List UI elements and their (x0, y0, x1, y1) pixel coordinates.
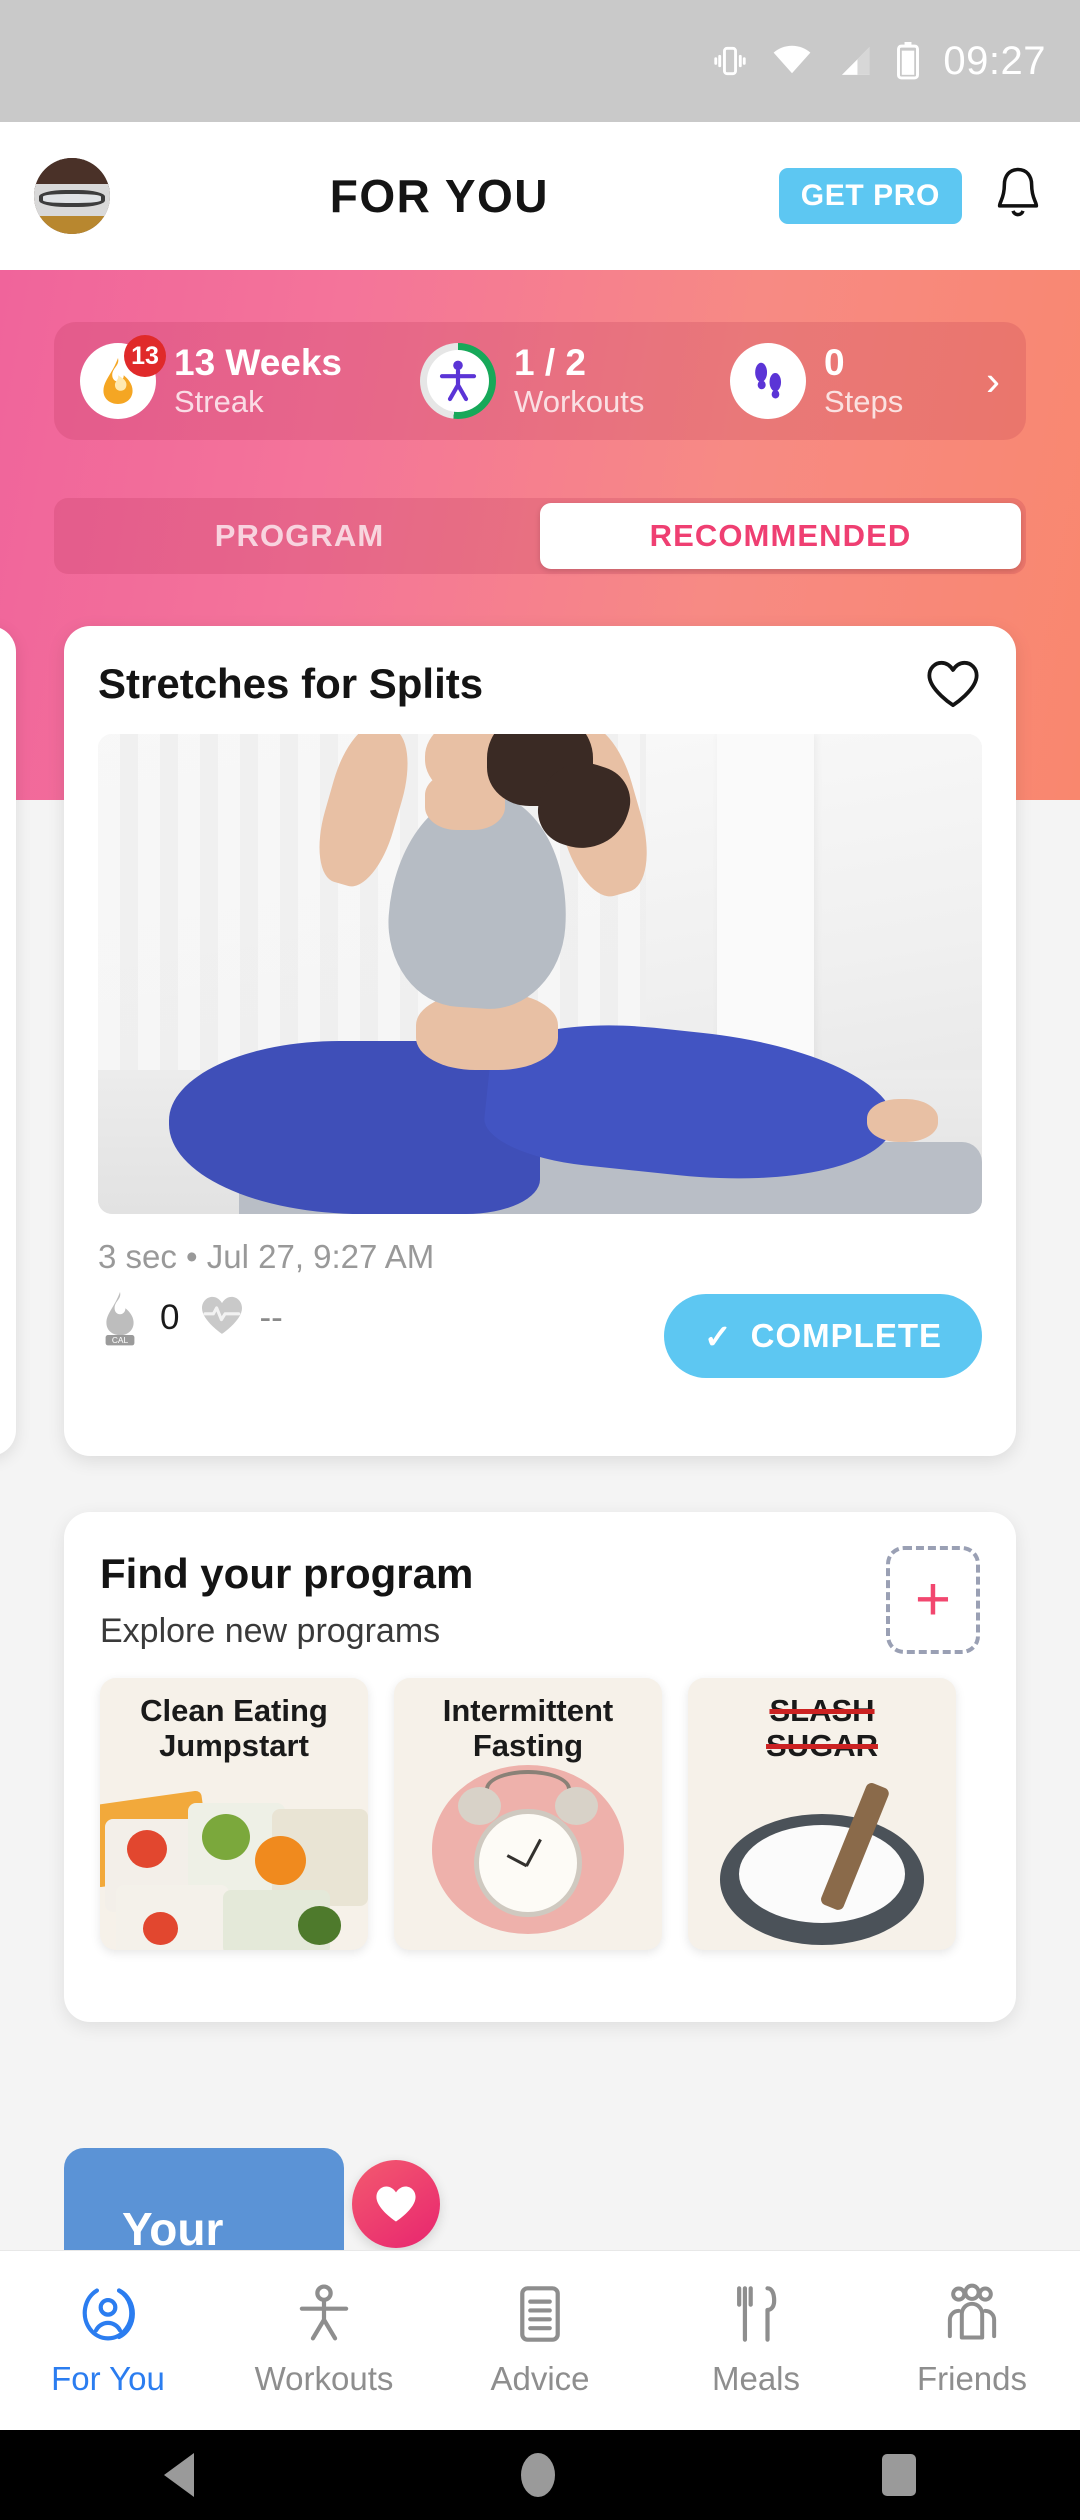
find-program-title: Find your program (100, 1549, 474, 1597)
streak-badge: 13 (124, 335, 166, 377)
status-bar: 09:27 (0, 0, 1080, 122)
app-header: FOR YOU GET PRO (0, 122, 1080, 270)
find-program-subtitle: Explore new programs (100, 1611, 441, 1650)
workout-title: Stretches for Splits (98, 660, 484, 707)
stat-streak-label: Streak (174, 384, 264, 420)
nav-label: Workouts (254, 2360, 394, 2397)
stat-streak-value: 13 Weeks (174, 341, 342, 383)
workouts-progress-ring (420, 343, 496, 419)
program-thumbnail-list: Clean Eating Jumpstart Intermittent Fast… (100, 1678, 980, 1950)
avatar-glasses (38, 189, 106, 207)
tab-program[interactable]: PROGRAM (59, 503, 540, 569)
page-title: FOR YOU (329, 170, 549, 222)
nav-label: For You (51, 2360, 165, 2397)
exercise-person-icon (439, 360, 477, 402)
nav-item-advice[interactable]: Advice (432, 2283, 648, 2398)
footprints-icon (730, 343, 806, 419)
stat-workouts-value: 1 / 2 (514, 341, 586, 383)
heart-rate-value: -- (259, 1298, 283, 1337)
nav-label: Advice (490, 2360, 590, 2397)
avatar[interactable] (34, 158, 110, 234)
thumb-orange (255, 1835, 307, 1885)
stat-workouts-text: 1 / 2 Workouts (514, 342, 644, 420)
android-navigation-bar (0, 2430, 1080, 2520)
workout-thumbnail-image[interactable] (98, 734, 982, 1214)
nav-item-workouts[interactable]: Workouts (216, 2283, 432, 2398)
bell-icon[interactable] (990, 165, 1046, 227)
section-tab-switcher[interactable]: PROGRAM RECOMMENDED (54, 498, 1026, 574)
add-program-button[interactable]: + (886, 1546, 980, 1654)
app-screen: 09:27 FOR YOU GET PRO 13 13 Weeks Streak… (0, 0, 1080, 2520)
stat-steps-value: 0 (824, 341, 845, 383)
check-icon: ✓ (704, 1317, 733, 1355)
chevron-right-icon[interactable]: › (986, 357, 1000, 405)
svg-text:CAL: CAL (112, 1335, 129, 1345)
home-circle-icon[interactable] (520, 2453, 555, 2497)
program-intermittent-fasting[interactable]: Intermittent Fasting (394, 1678, 662, 1950)
find-program-header: Find your program Explore new programs + (100, 1546, 980, 1654)
vibrate-icon (711, 42, 749, 80)
heart-rate-icon (197, 1290, 243, 1346)
complete-button-label: COMPLETE (750, 1317, 942, 1354)
nav-item-for-you[interactable]: For You (0, 2283, 216, 2398)
program-clean-eating-jumpstart[interactable]: Clean Eating Jumpstart (100, 1678, 368, 1950)
signal-icon (835, 44, 873, 78)
people-group-icon (941, 2283, 1003, 2350)
program-thumb-title: Clean Eating Jumpstart (140, 1693, 328, 1763)
find-program-text: Find your program Explore new programs (100, 1550, 473, 1651)
find-program-card[interactable]: Find your program Explore new programs +… (64, 1512, 1016, 2022)
bottom-navigation: For You Workouts Advice Meals Friends (0, 2250, 1080, 2430)
workout-card[interactable]: Stretches for Splits 3 sec • Jul 27, 9:2… (64, 626, 1016, 1456)
avatar-shirt (34, 215, 110, 234)
nav-label: Friends (916, 2360, 1028, 2397)
image-pillar (716, 734, 815, 1080)
tab-recommended[interactable]: RECOMMENDED (540, 503, 1021, 569)
status-bar-clock: 09:27 (943, 38, 1046, 83)
back-triangle-icon[interactable] (163, 2453, 194, 2497)
thumb-broccoli (298, 1906, 342, 1945)
wifi-icon (771, 44, 813, 78)
stat-steps-text: 0 Steps (824, 342, 903, 420)
stat-workouts-label: Workouts (514, 384, 645, 420)
nav-item-friends[interactable]: Friends (864, 2283, 1080, 2398)
carousel-peek-card[interactable] (0, 626, 16, 1456)
stat-steps[interactable]: 0 Steps (730, 342, 980, 420)
stat-steps-label: Steps (824, 384, 904, 420)
person-circle-icon (78, 2283, 138, 2350)
program-thumb-title: SLASH SUGAR (766, 1693, 878, 1763)
program-thumb-title: Intermittent Fasting (442, 1693, 614, 1763)
stats-summary-bar[interactable]: 13 13 Weeks Streak 1 / 2 Workouts 0 Step… (54, 322, 1026, 440)
calories-value: 0 (160, 1298, 180, 1337)
heart-outline-icon[interactable] (924, 656, 982, 712)
thumb-tomato-2 (142, 1911, 178, 1945)
flame-icon: 13 (80, 335, 166, 419)
stat-workouts[interactable]: 1 / 2 Workouts (420, 342, 730, 420)
document-icon (513, 2283, 567, 2350)
workout-meta: 3 sec • Jul 27, 9:27 AM (98, 1238, 435, 1275)
image-foot (867, 1098, 938, 1142)
heart-filled-icon (352, 2160, 440, 2248)
stat-streak-text: 13 Weeks Streak (174, 342, 342, 420)
program-slash-sugar[interactable]: SLASH SUGAR (688, 1678, 956, 1950)
stat-streak[interactable]: 13 13 Weeks Streak (80, 335, 420, 420)
fork-knife-icon (729, 2283, 783, 2350)
calorie-flame-icon: CAL (98, 1290, 142, 1346)
workout-card-header: Stretches for Splits (98, 656, 982, 712)
recents-square-icon[interactable] (882, 2454, 917, 2496)
complete-button[interactable]: ✓ COMPLETE (664, 1294, 982, 1378)
thumb-kiwi (201, 1814, 251, 1861)
thumb-clock-bell-right (554, 1786, 598, 1825)
battery-icon (895, 42, 921, 80)
thumb-sugar (738, 1824, 906, 1923)
nav-item-meals[interactable]: Meals (648, 2283, 864, 2398)
get-pro-button[interactable]: GET PRO (778, 168, 962, 224)
exercise-person-icon (294, 2283, 354, 2350)
nav-label: Meals (711, 2360, 801, 2397)
